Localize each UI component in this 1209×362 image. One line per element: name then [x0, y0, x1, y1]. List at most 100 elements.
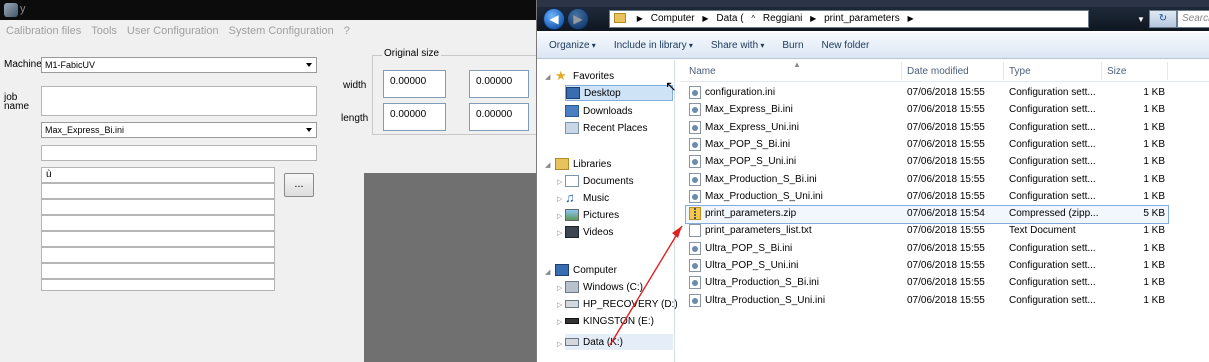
menu-help[interactable]: ?: [344, 25, 350, 37]
nav-recent-places[interactable]: Recent Places: [565, 120, 647, 136]
breadcrumb-separator: ▶: [810, 14, 817, 23]
profile-select[interactable]: Max_Express_Bi.ini: [41, 122, 317, 138]
file-row[interactable]: Max_Production_S_Uni.ini 07/06/2018 15:55…: [681, 188, 1209, 205]
file-type: Configuration sett...: [1009, 190, 1096, 202]
nav-drive-d[interactable]: HP_RECOVERY (D:): [565, 296, 678, 312]
path-input[interactable]: [41, 145, 317, 161]
file-row[interactable]: Ultra_POP_S_Uni.ini 07/06/2018 15:55 Confi…: [681, 257, 1209, 274]
back-button[interactable]: ◀: [543, 8, 565, 30]
menu-user-configuration[interactable]: User Configuration: [127, 25, 219, 37]
file-date-modified: 07/06/2018 15:54: [907, 208, 985, 220]
file-row[interactable]: Max_Express_Uni.ini 07/06/2018 15:55 Confi…: [681, 119, 1209, 136]
nav-drive-e[interactable]: KINGSTON (E:): [565, 313, 654, 329]
include-in-library-button[interactable]: Include in library: [614, 40, 693, 51]
nav-desktop[interactable]: Desktop: [565, 85, 673, 101]
breadcrumb-reggiani[interactable]: Reggiani: [763, 13, 802, 24]
breadcrumb-data[interactable]: Data (: [716, 13, 743, 24]
menu-tools[interactable]: Tools: [91, 25, 117, 37]
nav-favorites[interactable]: ★ Favorites: [555, 68, 614, 84]
collapse-arrow-icon[interactable]: ◢: [545, 268, 550, 276]
navigation-pane: ◢ ★ Favorites Desktop Downloads Recent P…: [537, 60, 678, 362]
config-file-icon: [689, 86, 701, 99]
file-date-modified: 07/06/2018 15:55: [907, 121, 985, 133]
organize-button[interactable]: Organize: [549, 40, 596, 51]
file-row[interactable]: Max_POP_S_Uni.ini 07/06/2018 15:55 Configu…: [681, 153, 1209, 170]
nav-drive-k[interactable]: Data (K:): [565, 334, 673, 350]
list-field-5[interactable]: [41, 231, 275, 247]
file-name: Max_Production_S_Bi.ini: [705, 173, 817, 185]
list-field-6[interactable]: [41, 247, 275, 263]
expand-arrow-icon[interactable]: ▷: [557, 229, 562, 237]
column-divider[interactable]: [1003, 62, 1004, 80]
list-field-1[interactable]: ù: [41, 167, 275, 183]
machine-select-value: M1-FabicUV: [45, 60, 96, 70]
file-row[interactable]: Max_POP_S_Bi.ini 07/06/2018 15:55 Configur…: [681, 136, 1209, 153]
file-size: 1 KB: [1143, 190, 1165, 202]
browse-button[interactable]: ...: [284, 173, 314, 197]
column-divider[interactable]: [1101, 62, 1102, 80]
expand-arrow-icon[interactable]: ▷: [557, 178, 562, 186]
nav-music[interactable]: ♫ Music: [565, 190, 609, 206]
file-date-modified: 07/06/2018 15:55: [907, 138, 985, 150]
expand-arrow-icon[interactable]: ▷: [557, 318, 562, 326]
length-input-1[interactable]: 0.00000: [383, 103, 446, 131]
column-header-size[interactable]: Size: [1107, 66, 1126, 77]
file-row[interactable]: print_parameters.zip 07/06/2018 15:54 Comp…: [681, 205, 1209, 225]
refresh-icon[interactable]: ↻: [1149, 10, 1177, 28]
file-name: configuration.ini: [705, 87, 776, 98]
share-with-button[interactable]: Share with: [711, 40, 765, 51]
list-field-3[interactable]: [41, 199, 275, 215]
column-divider[interactable]: [901, 62, 902, 80]
expand-arrow-icon[interactable]: ▷: [557, 195, 562, 203]
file-row[interactable]: Ultra_POP_S_Bi.ini 07/06/2018 15:55 Config…: [681, 240, 1209, 257]
column-header-type[interactable]: Type: [1009, 66, 1031, 77]
collapse-arrow-icon[interactable]: ◢: [545, 161, 550, 169]
collapse-arrow-icon[interactable]: ◢: [545, 73, 550, 81]
column-divider[interactable]: [1167, 62, 1168, 80]
column-header-date[interactable]: Date modified: [907, 66, 969, 77]
breadcrumb-print-parameters[interactable]: print_parameters: [824, 13, 900, 24]
nav-drive-c[interactable]: Windows (C:): [565, 279, 643, 295]
file-type: Configuration sett...: [1009, 260, 1096, 271]
menu-calibration-files[interactable]: Calibration files: [6, 25, 81, 37]
file-row[interactable]: configuration.ini 07/06/2018 15:55 Configu…: [681, 84, 1209, 101]
nav-videos[interactable]: Videos: [565, 224, 613, 240]
new-folder-button[interactable]: New folder: [822, 40, 870, 51]
burn-button[interactable]: Burn: [782, 40, 803, 51]
machine-label: Machine: [4, 59, 42, 70]
file-row[interactable]: Max_Production_S_Bi.ini 07/06/2018 15:55 C…: [681, 171, 1209, 188]
address-field[interactable]: ▶ Computer ▶ Data ( ^ Reggiani ▶ print_p…: [609, 10, 1089, 28]
forward-button[interactable]: ▶: [567, 8, 589, 30]
file-row[interactable]: print_parameters_list.txt 07/06/2018 15:5…: [681, 222, 1209, 239]
list-field-2[interactable]: [41, 183, 275, 199]
width-input-2[interactable]: 0.00000: [469, 70, 529, 98]
nav-libraries[interactable]: Libraries: [555, 156, 611, 172]
nav-downloads[interactable]: Downloads: [565, 103, 632, 119]
width-input-1[interactable]: 0.00000: [383, 70, 446, 98]
file-row[interactable]: Ultra_Production_S_Bi.ini 07/06/2018 15:5…: [681, 274, 1209, 291]
menu-system-configuration[interactable]: System Configuration: [229, 25, 334, 37]
search-input[interactable]: Search: [1177, 10, 1209, 28]
breadcrumb-computer[interactable]: Computer: [651, 13, 695, 24]
expand-arrow-icon[interactable]: ▷: [557, 212, 562, 220]
list-field-4[interactable]: [41, 215, 275, 231]
chevron-down-icon[interactable]: ▼: [1137, 15, 1145, 24]
nav-pictures[interactable]: Pictures: [565, 207, 619, 223]
machine-select[interactable]: M1-FabicUV: [41, 57, 317, 73]
file-row[interactable]: Max_Express_Bi.ini 07/06/2018 15:55 Config…: [681, 101, 1209, 118]
file-list-header: Name ▲ Date modified Type Size: [681, 60, 1209, 82]
expand-arrow-icon[interactable]: ▷: [557, 284, 562, 292]
expand-arrow-icon[interactable]: ▷: [557, 340, 562, 348]
file-row[interactable]: Ultra_Production_S_Uni.ini 07/06/2018 15:…: [681, 292, 1209, 309]
length-input-2[interactable]: 0.00000: [469, 103, 529, 131]
list-field-7[interactable]: [41, 263, 275, 279]
nav-computer[interactable]: Computer: [555, 262, 617, 278]
job-name-input[interactable]: [41, 86, 317, 116]
file-size: 1 KB: [1143, 225, 1165, 237]
job-name-label-line2: name: [4, 101, 30, 112]
expand-arrow-icon[interactable]: ▷: [557, 301, 562, 309]
file-name: Max_POP_S_Uni.ini: [705, 156, 797, 168]
nav-documents[interactable]: Documents: [565, 173, 634, 189]
list-field-8[interactable]: [41, 279, 275, 291]
column-header-name[interactable]: Name: [689, 66, 716, 77]
